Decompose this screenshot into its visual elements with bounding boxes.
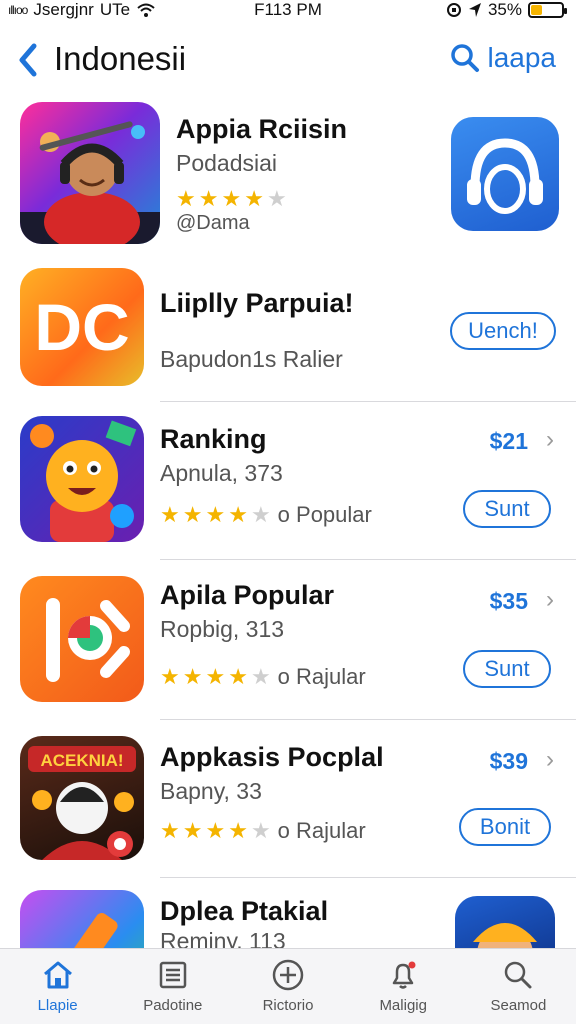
app-title: Appkasis Pocplal [160,742,384,772]
star-rating: ★ ★ ★ ★ ★ o Popular [160,502,372,528]
app-icon-dc: DC [20,268,144,386]
chevron-right-icon[interactable]: › [546,426,554,454]
svg-text:DC: DC [34,290,129,364]
tab-label: Seamod [490,997,547,1014]
list-item[interactable]: Dplea Ptakial Reminy, 113 [0,878,576,948]
app-title: Apila Popular [160,580,335,610]
star-filled-icon: ★ [228,818,248,843]
status-bar: ıllıoo Jsergjnr UTe F113 PM 35% [0,0,576,22]
nav-header: Indonesii laapa [0,30,576,90]
star-filled-icon: ★ [160,818,180,843]
app-title: Liiplly Parpuia! [160,288,354,318]
battery-icon [528,2,567,18]
star-filled-icon: ★ [182,502,203,527]
list-item[interactable]: Ranking Apnula, 373 ★ ★ ★ ★ ★ o Popular $21 ›… [0,402,576,560]
search-icon [451,44,480,72]
app-price: $39 [489,748,528,774]
bell-icon [392,961,416,989]
get-button[interactable]: Sunt [463,650,551,688]
tab-label: Padotine [143,997,203,1014]
star-rating: ★ ★ ★ ★ ★ o Rajular [160,818,366,844]
get-button[interactable]: Uench! [450,312,556,350]
chevron-right-icon[interactable]: › [546,746,554,774]
app-developer: @Dama [176,212,250,234]
search-icon [505,961,532,989]
star-empty-icon: ★ [266,186,287,211]
rating-label: o Popular [277,502,372,527]
app-title: Appia Rciisin [176,114,348,144]
search-button[interactable]: laapa [449,42,556,74]
app-icon-character: ACEKNIA! [20,736,144,860]
app-subtitle: Bapudon1s Ralier [160,346,343,372]
tab-apps[interactable]: Rictorio [230,949,345,1024]
star-filled-icon: ★ [228,502,248,527]
star-rating: ★ ★ ★ ★ ★ o Rajular [160,664,366,690]
app-subtitle: Podadsiai [176,150,278,176]
app-title: Ranking [160,424,267,454]
star-filled-icon: ★ [160,664,180,689]
app-icon-game[interactable] [455,896,555,948]
star-filled-icon: ★ [244,186,264,211]
list-item[interactable]: DC Liiplly Parpuia! Bapudon1s Ralier Uen… [0,260,576,402]
star-empty-icon: ★ [250,502,271,527]
star-filled-icon: ★ [198,186,219,211]
battery-percent: 35% [487,0,522,19]
star-filled-icon: ★ [205,502,226,527]
lock-rotation-icon [446,3,461,17]
app-price: $35 [489,588,528,614]
star-filled-icon: ★ [182,664,203,689]
chevron-left-icon[interactable] [14,40,44,80]
star-empty-icon: ★ [250,664,271,689]
star-filled-icon: ★ [205,818,226,843]
app-subtitle: Ropbig, 313 [160,616,285,642]
tab-search[interactable]: Seamod [461,949,576,1024]
star-filled-icon: ★ [205,664,226,689]
tab-today[interactable]: Llapie [0,949,115,1024]
tab-label: Llapie [37,997,78,1014]
app-icon-pencil [20,890,144,948]
chevron-right-icon[interactable]: › [546,586,554,614]
tab-updates[interactable]: Maligig [346,949,461,1024]
app-icon-dj [20,102,160,244]
icon-banner-text: ACEKNIA! [40,751,123,770]
list-item[interactable]: ACEKNIA! Appkasis Pocplal Bapny, 33 ★ ★ ★ ★… [0,720,576,878]
star-rating: ★ ★ ★ ★ ★ [176,186,287,212]
rating-label: o Rajular [277,818,366,843]
star-empty-icon: ★ [250,818,271,843]
tab-games[interactable]: Padotine [115,949,230,1024]
list-item[interactable]: Appia Rciisin Podadsiai ★ ★ ★ ★ ★ @Dama [0,100,576,260]
star-filled-icon: ★ [228,664,248,689]
battery-fill [531,5,542,15]
star-filled-icon: ★ [176,186,196,211]
tab-label: Maligig [379,997,427,1014]
star-filled-icon: ★ [221,186,242,211]
app-title: Dplea Ptakial [160,896,329,926]
app-subtitle: Apnula, 373 [160,460,283,486]
app-subtitle: Bapny, 33 [160,778,262,804]
app-subtitle: Reminy, 113 [160,928,286,948]
page-title: Indonesii [54,40,187,77]
headphones-app-icon[interactable] [451,117,559,231]
app-icon-pinwheel [20,576,144,702]
app-price: $21 [489,428,528,454]
search-label: laapa [487,42,556,73]
app-icon-emoji [20,416,144,542]
star-filled-icon: ★ [182,818,203,843]
get-button[interactable]: Sunt [463,490,551,528]
tab-bar: Llapie Padotine Rictorio Maligig Seamod [0,948,576,1024]
home-icon [43,961,72,989]
status-right: 35% [446,0,567,20]
star-filled-icon: ★ [160,502,180,527]
list-icon [159,961,187,989]
tab-label: Rictorio [262,997,314,1014]
plus-circle-icon [272,959,304,991]
rating-label: o Rajular [277,664,366,689]
location-icon [468,3,481,17]
list-item[interactable]: Apila Popular Ropbig, 313 ★ ★ ★ ★ ★ o Rajular… [0,560,576,720]
get-button[interactable]: Bonit [459,808,551,846]
